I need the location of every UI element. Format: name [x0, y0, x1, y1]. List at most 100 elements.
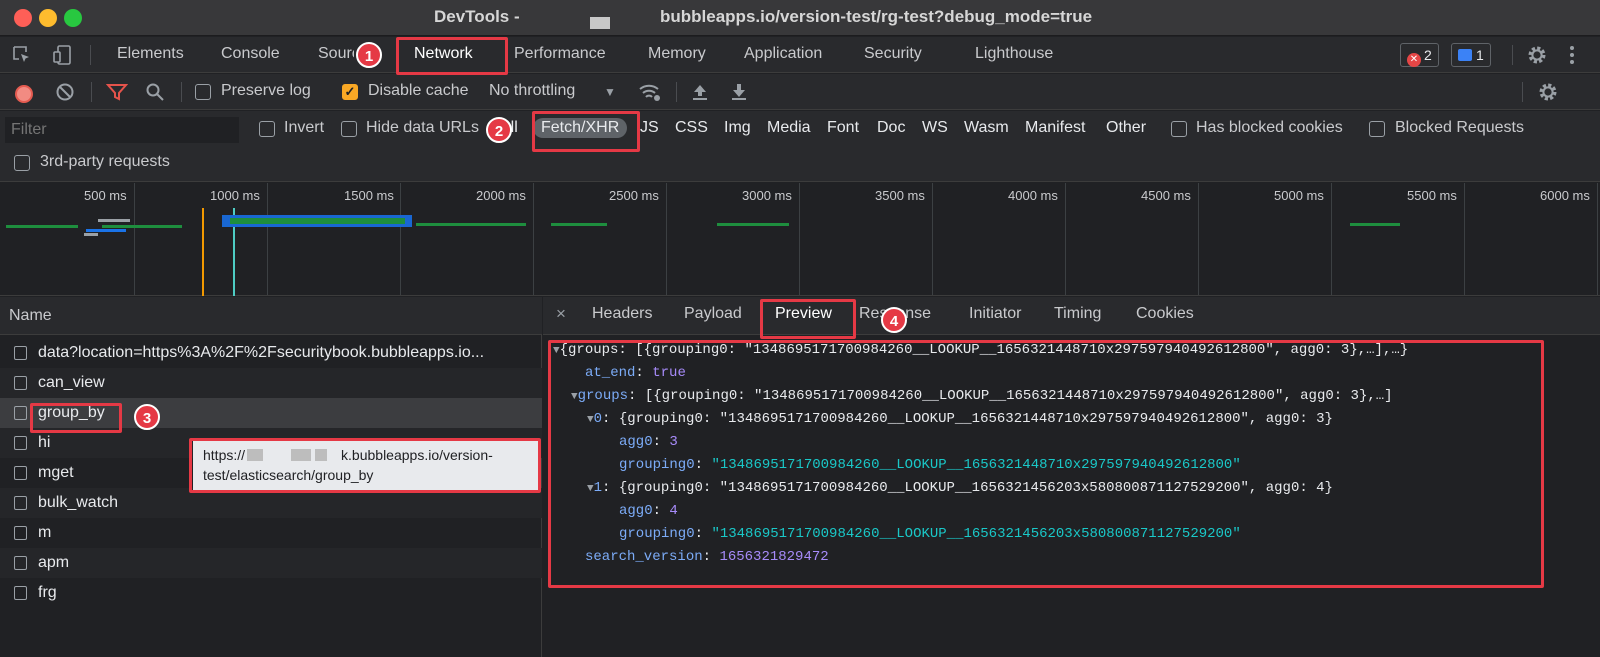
request-bar	[102, 225, 182, 228]
highlight-fetch-xhr	[532, 111, 640, 152]
tick-label: 4500 ms	[1141, 188, 1191, 203]
tab-timing[interactable]: Timing	[1054, 305, 1101, 323]
preserve-log-label: Preserve log	[221, 82, 311, 99]
request-type-icon	[14, 436, 27, 450]
disable-cache-checkbox[interactable]: ✓	[342, 84, 358, 100]
filter-type-ws[interactable]: WS	[922, 119, 948, 137]
tick-label: 2500 ms	[609, 188, 659, 203]
import-har-icon[interactable]	[690, 82, 710, 106]
request-row[interactable]: can_view	[0, 368, 542, 398]
network-conditions-icon[interactable]	[638, 81, 662, 107]
request-bar	[230, 218, 405, 224]
request-name: bulk_watch	[38, 494, 119, 511]
request-bar	[86, 229, 126, 232]
error-count: 2	[1424, 47, 1432, 63]
request-row[interactable]: data?location=https%3A%2F%2Fsecuritybook…	[0, 338, 542, 368]
request-row[interactable]: apm	[0, 548, 542, 578]
message-icon	[1458, 49, 1472, 61]
inspect-element-icon[interactable]	[12, 45, 32, 69]
filter-type-doc[interactable]: Doc	[877, 119, 905, 137]
tab-memory[interactable]: Memory	[648, 45, 706, 63]
request-name: hi	[38, 434, 51, 451]
grid-line	[400, 183, 401, 295]
blocked-requests-checkbox[interactable]	[1369, 121, 1385, 137]
tab-security[interactable]: Security	[864, 45, 922, 63]
name-column-header[interactable]: Name	[0, 297, 542, 335]
message-count-badge[interactable]: 1	[1451, 43, 1491, 67]
name-column-label: Name	[9, 307, 52, 324]
highlight-url-tooltip	[189, 438, 541, 493]
filter-type-wasm[interactable]: Wasm	[964, 119, 1009, 137]
message-count: 1	[1476, 47, 1484, 63]
tab-elements[interactable]: Elements	[117, 45, 184, 63]
tab-cookies[interactable]: Cookies	[1136, 305, 1194, 323]
filter-input[interactable]	[5, 117, 239, 143]
throttling-select[interactable]: No throttling	[489, 82, 575, 100]
request-name: data?location=https%3A%2F%2Fsecuritybook…	[38, 344, 485, 361]
disable-cache-label: Disable cache	[368, 82, 469, 99]
network-settings-gear-icon[interactable]	[1537, 81, 1559, 107]
tab-headers[interactable]: Headers	[592, 305, 652, 323]
request-name: frg	[38, 584, 57, 601]
tick-label: 5000 ms	[1274, 188, 1324, 203]
invert-checkbox[interactable]	[259, 121, 275, 137]
tab-console[interactable]: Console	[221, 45, 280, 63]
request-row[interactable]: frg	[0, 578, 542, 608]
request-bar	[6, 225, 78, 228]
request-bar	[416, 223, 526, 226]
more-options-icon[interactable]	[1568, 44, 1576, 70]
preserve-log-checkbox[interactable]	[195, 84, 211, 100]
clear-icon[interactable]	[55, 82, 75, 106]
tick-label: 6000 ms	[1540, 188, 1590, 203]
request-row[interactable]: m	[0, 518, 542, 548]
tab-sources[interactable]: Sources	[318, 45, 354, 63]
filter-icon[interactable]	[105, 82, 129, 106]
window-close-button[interactable]	[14, 9, 32, 27]
request-bar	[717, 223, 789, 226]
third-party-checkbox[interactable]	[14, 155, 30, 171]
window-title-url: bubbleapps.io/version-test/rg-test?debug…	[660, 7, 1093, 26]
tab-payload[interactable]: Payload	[684, 305, 742, 323]
request-type-icon	[14, 346, 27, 360]
tab-initiator[interactable]: Initiator	[969, 305, 1021, 323]
filter-type-img[interactable]: Img	[724, 119, 751, 137]
filter-type-media[interactable]: Media	[767, 119, 811, 137]
request-name: can_view	[38, 374, 105, 391]
tick-label: 1500 ms	[344, 188, 394, 203]
divider	[676, 82, 677, 102]
search-icon[interactable]	[145, 82, 165, 106]
filter-type-font[interactable]: Font	[827, 119, 859, 137]
filter-type-other[interactable]: Other	[1106, 119, 1146, 137]
tab-performance[interactable]: Performance	[514, 45, 606, 63]
highlight-group-by-row	[30, 403, 122, 433]
tick-label: 5500 ms	[1407, 188, 1457, 203]
tick-label: 3500 ms	[875, 188, 925, 203]
divider	[91, 82, 92, 102]
request-bar	[1350, 223, 1400, 226]
callout-number: 1	[356, 42, 382, 68]
window-minimize-button[interactable]	[39, 9, 57, 27]
record-button[interactable]	[15, 85, 33, 103]
filter-type-manifest[interactable]: Manifest	[1025, 119, 1085, 137]
request-type-icon	[14, 376, 27, 390]
grid-line	[1065, 183, 1066, 295]
error-count-badge[interactable]: ✕ 2	[1400, 43, 1439, 67]
export-har-icon[interactable]	[729, 82, 749, 106]
hide-data-urls-checkbox[interactable]	[341, 121, 357, 137]
filter-type-js[interactable]: JS	[640, 119, 659, 137]
tab-lighthouse[interactable]: Lighthouse	[975, 45, 1053, 63]
grid-line	[1198, 183, 1199, 295]
chevron-down-icon[interactable]: ▼	[604, 82, 616, 102]
request-bar	[84, 233, 98, 236]
settings-gear-icon[interactable]	[1526, 44, 1548, 70]
divider	[1522, 82, 1523, 102]
tab-application[interactable]: Application	[744, 45, 822, 63]
timeline-overview[interactable]: 500 ms 1000 ms 1500 ms 2000 ms 2500 ms 3…	[0, 183, 1600, 296]
filter-type-css[interactable]: CSS	[675, 119, 708, 137]
close-details-icon[interactable]: ×	[556, 304, 566, 324]
window-maximize-button[interactable]	[64, 9, 82, 27]
has-blocked-cookies-checkbox[interactable]	[1171, 121, 1187, 137]
device-toolbar-icon[interactable]	[52, 44, 74, 70]
highlight-preview-content	[548, 340, 1544, 588]
request-type-icon	[14, 526, 27, 540]
